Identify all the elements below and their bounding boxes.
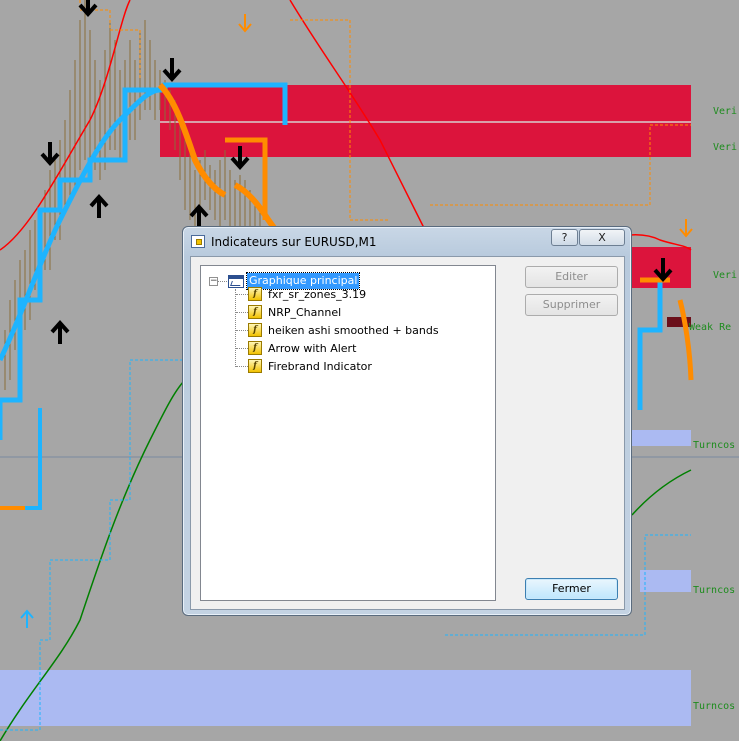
arrow-up-icon	[89, 193, 109, 218]
zone-label-turncoat: Turncos	[693, 585, 736, 596]
zone-label-turncoat: Turncos	[693, 701, 736, 712]
close-window-button[interactable]: X	[579, 229, 625, 246]
zone-label-verified: Veri	[713, 270, 738, 281]
zone-label-verified: Veri	[713, 106, 738, 117]
tree-item-label: NRP_Channel	[268, 306, 342, 319]
indicator-fx-icon: f	[248, 305, 262, 319]
tree-connector	[236, 312, 248, 313]
dialog-titlebar[interactable]: Indicateurs sur EURUSD,M1 ? X	[183, 227, 631, 255]
delete-button[interactable]: Supprimer	[525, 294, 618, 316]
collapse-toggle[interactable]: −	[209, 277, 218, 286]
arrow-up-icon	[20, 609, 34, 628]
indicator-tree[interactable]: − Graphique principal f fxr_sr_zones_3.1…	[200, 265, 496, 601]
tree-item-label: Firebrand Indicator	[268, 360, 372, 373]
arrow-down-icon	[40, 142, 60, 167]
zone-label-verified: Veri	[713, 142, 738, 153]
close-icon: X	[598, 231, 606, 244]
tree-connector	[236, 330, 248, 331]
support-zone	[640, 570, 691, 592]
tree-item[interactable]: f Firebrand Indicator	[248, 359, 488, 375]
tree-item-label: Arrow with Alert	[268, 342, 357, 355]
tree-item-label: fxr_sr_zones_3.19	[268, 288, 367, 301]
tree-connector	[236, 294, 248, 295]
arrow-down-icon	[679, 219, 693, 238]
indicator-fx-icon: f	[248, 341, 262, 355]
help-button[interactable]: ?	[551, 229, 578, 246]
arrow-up-icon	[50, 319, 70, 344]
help-icon: ?	[561, 231, 568, 244]
dialog-title: Indicateurs sur EURUSD,M1	[211, 235, 377, 249]
tree-item[interactable]: f heiken ashi smoothed + bands	[248, 323, 488, 339]
close-button[interactable]: Fermer	[525, 578, 618, 600]
arrow-down-icon	[78, 0, 98, 18]
dialog-client-area: − Graphique principal f fxr_sr_zones_3.1…	[190, 256, 625, 610]
tree-connector	[235, 289, 236, 367]
blue-bottom-line	[0, 408, 42, 510]
chart-window-icon	[191, 235, 205, 248]
arrow-down-icon	[238, 14, 252, 33]
tree-item[interactable]: f Arrow with Alert	[248, 341, 488, 357]
arrow-down-icon	[162, 58, 182, 83]
zone-label-turncoat: Turncos	[693, 440, 736, 451]
tree-connector	[236, 366, 248, 367]
tree-connector	[218, 281, 227, 282]
tree-item[interactable]: f NRP_Channel	[248, 305, 488, 321]
indicator-fx-icon: f	[248, 359, 262, 373]
edit-button[interactable]: Editer	[525, 266, 618, 288]
support-zone	[0, 670, 691, 726]
chart-window-icon	[228, 275, 244, 288]
indicator-fx-icon: f	[248, 287, 262, 301]
arrow-up-icon	[189, 203, 209, 228]
indicators-dialog: Indicateurs sur EURUSD,M1 ? X − Graphiqu…	[182, 226, 632, 616]
tree-item[interactable]: f fxr_sr_zones_3.19	[248, 287, 488, 303]
tree-item-label: heiken ashi smoothed + bands	[268, 324, 439, 337]
tree-connector	[236, 348, 248, 349]
indicator-fx-icon: f	[248, 323, 262, 337]
zone-label-weak: Weak Re	[689, 322, 732, 333]
